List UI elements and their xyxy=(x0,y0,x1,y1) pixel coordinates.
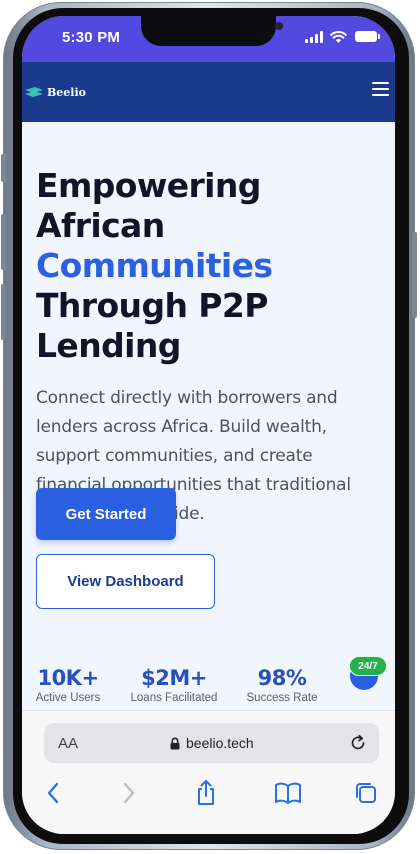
brand-logo[interactable]: Beelio xyxy=(24,84,86,100)
address-bar[interactable]: AA beelio.tech xyxy=(44,723,379,763)
logo-icon xyxy=(25,87,43,97)
brand-name: Beelio xyxy=(47,85,86,99)
bookmarks-icon[interactable] xyxy=(274,779,302,807)
dynamic-notch xyxy=(141,16,283,46)
stats-row: 10K+ Active Users $2M+ Loans Facilitated… xyxy=(22,666,395,712)
hero-title-line1: Empowering African xyxy=(36,166,261,245)
browser-toolbar xyxy=(22,779,395,809)
hero-title: Empowering African Communities Through P… xyxy=(36,166,381,366)
stat-label: Loans Facilitated xyxy=(130,692,218,704)
phone-screen: 5:30 PM Beelio Empowering African Commun… xyxy=(22,16,395,834)
share-icon[interactable] xyxy=(192,779,220,807)
app-header: Beelio xyxy=(22,62,395,122)
signal-icon xyxy=(305,31,323,43)
camera-icon xyxy=(275,22,283,30)
view-dashboard-button[interactable]: View Dashboard xyxy=(36,554,215,609)
text-size-button[interactable]: AA xyxy=(58,735,78,752)
support-badge[interactable]: 24/7 xyxy=(349,656,387,676)
stat-label: Active Users xyxy=(35,692,101,704)
browser-bar: AA beelio.tech xyxy=(22,710,395,834)
stat-active-users: 10K+ Active Users xyxy=(34,666,102,704)
wifi-icon xyxy=(330,30,347,43)
text-size-label: AA xyxy=(58,735,79,752)
volume-up-button xyxy=(1,214,6,270)
hero-section: Empowering African Communities Through P… xyxy=(36,166,381,529)
menu-icon[interactable] xyxy=(372,82,389,96)
battery-icon xyxy=(355,31,380,42)
power-button xyxy=(412,232,417,318)
get-started-button[interactable]: Get Started xyxy=(36,488,176,540)
reload-icon[interactable] xyxy=(349,734,367,752)
stat-value: 98% xyxy=(257,666,307,690)
url-display[interactable]: beelio.tech xyxy=(170,735,254,751)
stat-value: $2M+ xyxy=(141,666,207,690)
hero-title-line3: Through P2P Lending xyxy=(36,286,268,365)
forward-icon[interactable] xyxy=(114,779,142,807)
tabs-icon[interactable] xyxy=(352,779,380,807)
stat-success-rate: 98% Success Rate xyxy=(244,666,320,704)
url-text: beelio.tech xyxy=(186,735,254,751)
status-time: 5:30 PM xyxy=(62,29,121,46)
back-icon[interactable] xyxy=(40,779,68,807)
stat-loans-facilitated: $2M+ Loans Facilitated xyxy=(126,666,222,704)
lock-icon xyxy=(170,737,180,749)
status-bar: 5:30 PM xyxy=(22,16,395,62)
stat-label: Success Rate xyxy=(246,692,318,704)
stat-value: 10K+ xyxy=(37,666,99,690)
hero-title-accent: Communities xyxy=(36,246,273,285)
volume-down-button xyxy=(1,284,6,340)
mute-switch xyxy=(1,154,6,182)
